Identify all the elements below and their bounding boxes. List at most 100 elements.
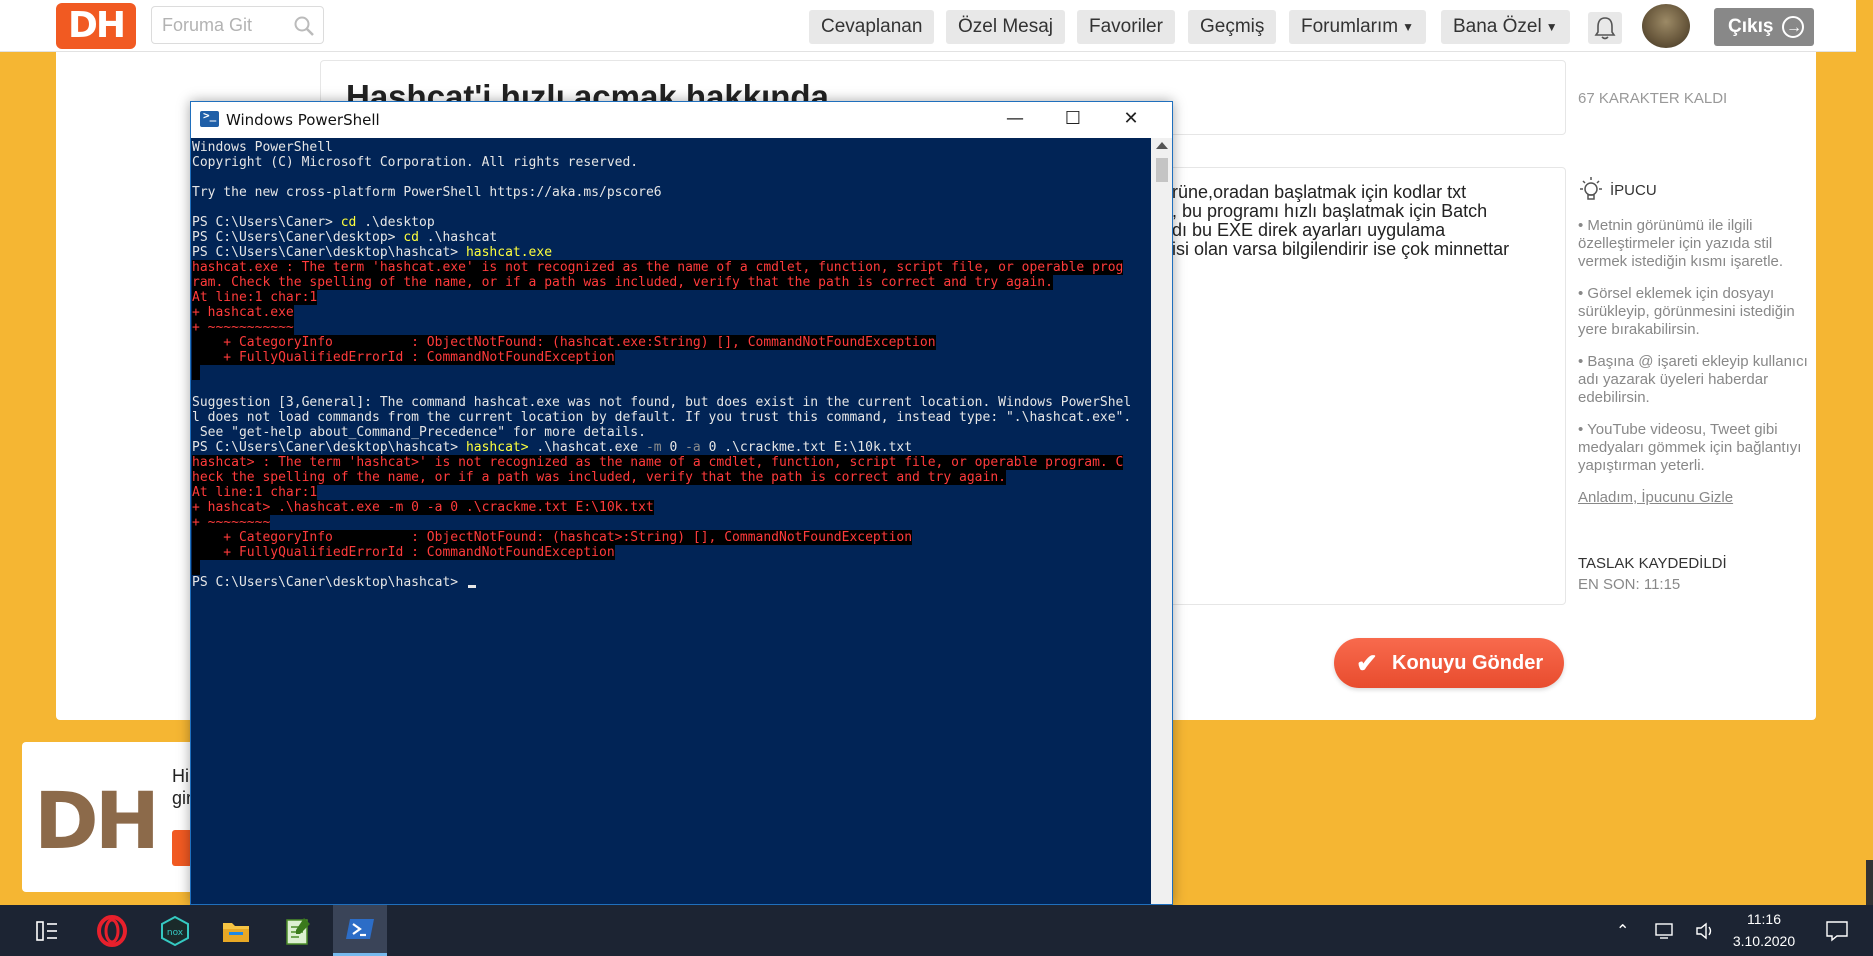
logout-button[interactable]: Çıkış	[1714, 8, 1814, 47]
clock-time[interactable]: 11:16	[1730, 911, 1798, 927]
console-text	[192, 365, 200, 380]
taskbar-nox[interactable]: nox	[148, 905, 202, 956]
powershell-window[interactable]: Windows PowerShell — ☐ ✕ Windows PowerSh…	[190, 101, 1173, 905]
console-line	[192, 364, 200, 382]
scrollbar-thumb[interactable]	[1156, 158, 1168, 182]
nav-bana-ozel[interactable]: Bana Özel ▼	[1441, 10, 1570, 44]
console-text: PS C:\Users\Caner\desktop>	[192, 230, 404, 245]
close-button[interactable]: ✕	[1102, 102, 1160, 138]
taskbar-file-explorer[interactable]	[209, 905, 263, 956]
console-text: .\hashcat.exe	[528, 440, 646, 455]
console-text: 0	[661, 440, 686, 455]
forum-search[interactable]	[151, 6, 324, 44]
editor-text-line: rüne,oradan başlatmak için kodlar txt	[1172, 182, 1467, 202]
console-text: Try the new cross-platform PowerShell ht…	[192, 185, 662, 200]
nav-label: Özel Mesaj	[958, 16, 1054, 37]
folder-icon	[223, 922, 249, 942]
taskbar-powershell[interactable]	[333, 905, 387, 956]
nav-favoriler[interactable]: Favoriler	[1077, 10, 1175, 44]
console-text: Suggestion [3,General]: The command hash…	[192, 395, 1132, 410]
tip-item: • YouTube videosu, Tweet gibi medyaları …	[1578, 421, 1802, 474]
editor-text-line: , bu programı hızlı başlatmak için Batch	[1172, 201, 1488, 221]
volume-icon[interactable]	[1695, 921, 1717, 941]
console-text: hashcat.exe	[465, 245, 553, 260]
console-line: + FullyQualifiedErrorId : CommandNotFoun…	[192, 349, 615, 367]
console-text: cd	[403, 230, 419, 245]
console-text: Copyright (C) Microsoft Corporation. All…	[192, 155, 639, 170]
taskbar-notepad[interactable]	[271, 905, 325, 956]
nav-forumlarim[interactable]: Forumlarım ▼	[1289, 10, 1427, 44]
check-icon: ✔	[1356, 648, 1378, 678]
maximize-button[interactable]: ☐	[1044, 102, 1102, 138]
tips-title: İPUCU	[1610, 182, 1657, 199]
nox-icon: nox	[161, 915, 189, 946]
user-avatar[interactable]	[1642, 4, 1690, 48]
console-output[interactable]: Windows PowerShell Copyright (C) Microsof…	[191, 138, 1151, 904]
console-text: l does not load commands from the curren…	[192, 410, 1132, 425]
search-icon[interactable]	[293, 15, 315, 37]
nav-label: Favoriler	[1089, 16, 1163, 37]
console-text: PS C:\Users\Caner\desktop\hashcat>	[192, 440, 466, 455]
console-text: At line:1 char:1	[192, 485, 318, 500]
send-topic-button[interactable]: ✔ Konuyu Gönder	[1334, 638, 1564, 688]
console-text: hashcat> : The term 'hashcat>' is not re…	[192, 455, 1124, 470]
task-view-icon	[36, 920, 57, 941]
editor-text-line: isi olan varsa bilgilendirir ise çok min…	[1172, 239, 1510, 259]
notepad-icon	[286, 917, 310, 945]
svg-text:nox: nox	[167, 928, 184, 938]
nav-ozel-mesaj[interactable]: Özel Mesaj	[946, 10, 1066, 44]
nav-label: Cevaplanan	[821, 16, 923, 37]
opera-icon	[97, 914, 127, 947]
console-text	[192, 560, 200, 575]
logout-icon	[1782, 9, 1804, 47]
console-text: 0 .\crackme.txt E:\10k.txt	[700, 440, 913, 455]
network-icon[interactable]	[1654, 921, 1676, 941]
powershell-titlebar[interactable]: Windows PowerShell — ☐ ✕	[191, 102, 1172, 138]
taskbar-opera[interactable]	[85, 905, 139, 956]
nav-cevaplanan[interactable]: Cevaplanan	[809, 10, 935, 44]
notifications-button[interactable]	[1588, 12, 1622, 44]
search-input[interactable]	[162, 15, 282, 36]
console-text: -m	[645, 440, 662, 455]
console-text: hashcat.exe : The term 'hashcat.exe' is …	[192, 260, 1124, 275]
console-line: ram. Check the spelling of the name, or …	[192, 274, 1053, 292]
console-text: At line:1 char:1	[192, 290, 318, 305]
text-cursor	[467, 585, 476, 588]
chevron-down-icon: ▼	[1545, 20, 1558, 34]
draft-status: TASLAK KAYDEDİLDİ	[1578, 555, 1727, 572]
task-view-button[interactable]	[20, 905, 74, 956]
clock-date[interactable]: 3.10.2020	[1730, 933, 1798, 949]
send-label: Konuyu Gönder	[1392, 652, 1544, 674]
console-line: Copyright (C) Microsoft Corporation. All…	[192, 154, 638, 172]
draft-time: EN SON: 11:15	[1578, 576, 1681, 593]
bell-icon	[1594, 17, 1616, 40]
tip-item: • Görsel eklemek için dosyayı sürükleyip…	[1578, 285, 1795, 338]
show-hidden-icons[interactable]: ⌃	[1616, 921, 1629, 940]
tip-item: • Başına @ işareti ekleyip kullanıcı adı…	[1578, 353, 1808, 406]
promo-text: Hi	[172, 766, 189, 786]
console-scrollbar[interactable]	[1151, 138, 1172, 904]
page-scrollbar-thumb[interactable]	[1866, 860, 1873, 905]
console-text: Windows PowerShell	[192, 140, 333, 155]
nav-label: Bana Özel	[1453, 16, 1542, 38]
console-text: See "get-help about_Command_Precedence" …	[192, 425, 646, 440]
console-text: .\hashcat	[418, 230, 498, 245]
site-logo[interactable]: DH	[56, 3, 136, 49]
console-line: + FullyQualifiedErrorId : CommandNotFoun…	[192, 544, 615, 562]
notification-center-icon[interactable]	[1825, 920, 1849, 942]
editor-text-line: dı bu EXE direk ayarları uygulama	[1172, 220, 1446, 240]
console-text: hashcat>	[465, 440, 529, 455]
page-scrollbar[interactable]	[1856, 0, 1873, 905]
console-text: cd	[340, 215, 357, 230]
console-text: + CategoryInfo : ObjectNotFound: (hashca…	[192, 530, 913, 545]
powershell-icon	[200, 109, 219, 127]
nav-label: Forumlarım	[1301, 16, 1399, 38]
console-line: PS C:\Users\Caner\desktop\hashcat>	[192, 574, 476, 592]
console-text: .\desktop	[356, 215, 435, 230]
minimize-button[interactable]: —	[986, 102, 1044, 138]
nav-gecmis[interactable]: Geçmiş	[1188, 10, 1277, 44]
promo-text: gir	[172, 788, 193, 808]
scroll-up-icon[interactable]	[1156, 142, 1168, 149]
hide-tips-link[interactable]: Anladım, İpucunu Gizle	[1578, 489, 1733, 506]
chevron-down-icon: ▼	[1402, 20, 1415, 34]
